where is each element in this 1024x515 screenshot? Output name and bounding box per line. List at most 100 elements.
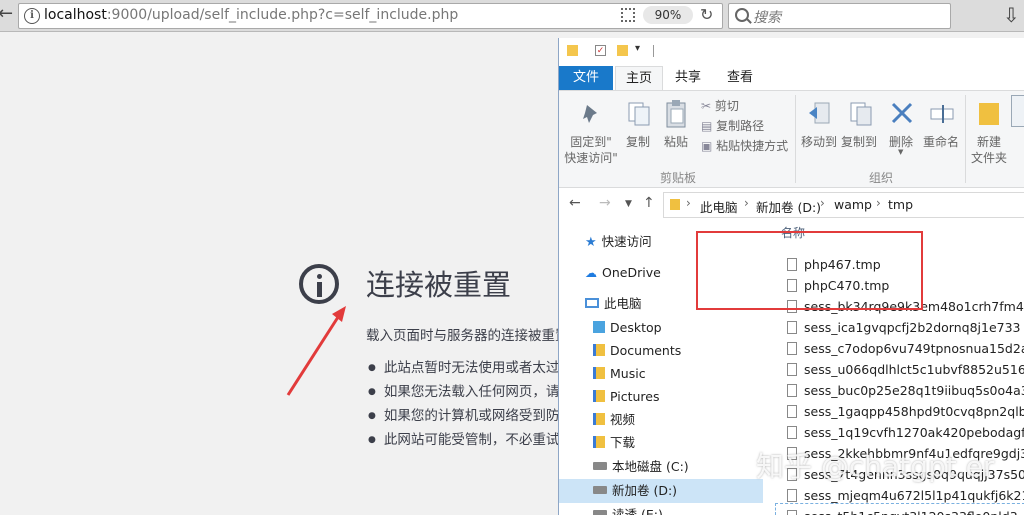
copy-to-icon (850, 102, 872, 126)
new-item-icon[interactable] (1011, 95, 1024, 127)
computer-icon (585, 298, 599, 308)
nav-desktop[interactable]: Desktop (593, 317, 662, 339)
divider (653, 45, 654, 57)
url-bar[interactable]: i localhost:9000/upload/self_include.php… (18, 3, 723, 29)
nav-videos[interactable]: 视频 (593, 409, 635, 431)
pin-to-quick-access-button[interactable]: 固定到" 快速访问" (564, 95, 618, 165)
nav-label: 下载 (610, 435, 636, 450)
nav-volume-d[interactable]: 新加卷 (D:) (593, 480, 677, 502)
nav-volume-e[interactable]: 读透 (E:) (593, 504, 663, 515)
drive-icon (593, 510, 607, 515)
videos-icon (593, 413, 605, 425)
tab-home[interactable]: 主页 (615, 66, 663, 90)
new-folder-icon[interactable] (617, 45, 628, 56)
new-folder-label-2: 文件夹 (970, 151, 1007, 165)
paste-shortcut-button[interactable]: ▣ 粘贴快捷方式 (701, 137, 788, 154)
customize-toolbar-icon[interactable]: ▾ (635, 43, 640, 54)
error-bullet: 如果您无法载入任何网页，请检 (368, 380, 573, 400)
zoom-level[interactable]: 90% (643, 6, 693, 24)
back-arrow-icon[interactable]: ← (0, 4, 18, 24)
watermark-text: 知乎 @chatgpt.er (756, 450, 995, 483)
move-to-button[interactable]: 移动到 (799, 95, 839, 165)
qr-code-icon[interactable] (621, 8, 635, 22)
error-bullet: 如果您的计算机或网络受到防火 (368, 404, 573, 424)
reload-icon[interactable]: ↻ (700, 4, 713, 26)
folder-icon (567, 45, 578, 56)
pin-label-1: 固定到" (570, 135, 612, 149)
error-title: 连接被重置 (366, 268, 512, 302)
copy-to-button[interactable]: 复制到 (839, 95, 879, 165)
file-row[interactable]: sess_u066qdlhlct5c1ubvf8852u516 (787, 360, 1024, 380)
file-name: sess_c7odop6vu749tpnosnua15d2a4 (804, 341, 1024, 356)
nav-label: Pictures (610, 389, 660, 404)
pin-label-2: 快速访问" (564, 151, 618, 165)
back-icon[interactable]: ← (569, 195, 581, 211)
tab-share[interactable]: 共享 (667, 66, 709, 90)
nav-label: Documents (610, 343, 682, 358)
info-icon[interactable]: i (24, 8, 40, 24)
tab-view[interactable]: 查看 (719, 66, 761, 90)
divider (965, 95, 966, 183)
forward-icon[interactable]: → (599, 195, 611, 211)
recent-locations-icon[interactable]: ▼ (625, 199, 632, 209)
copy-path-button[interactable]: ▤ 复制路径 (701, 117, 764, 134)
file-row[interactable]: sess_1q19cvfh1270ak420pebodagf1 (787, 423, 1024, 443)
delete-dropdown-icon[interactable]: ▼ (898, 148, 903, 156)
file-row[interactable]: sess_ica1gvqpcfj2b2dornq8j1e733 (787, 318, 1021, 338)
file-row[interactable]: sess_buc0p25e28q1t9iibuq5s0o4a3 (787, 381, 1024, 401)
breadcrumb[interactable]: › 此电脑 › 新加卷 (D:) › wamp › tmp (663, 192, 1024, 218)
file-icon (787, 321, 797, 334)
nav-music[interactable]: Music (593, 363, 646, 385)
file-name: sess_1gaqpp458hpd9t0cvq8pn2qlb4 (804, 404, 1024, 419)
file-row[interactable]: sess_mjeqm4u672l5l1p41qukfj6k21 (787, 486, 1024, 506)
cut-button[interactable]: ✂ 剪切 (701, 97, 739, 114)
search-box[interactable]: 搜索 (728, 3, 951, 29)
file-icon (787, 510, 797, 515)
rename-button[interactable]: 重命名 (921, 95, 961, 165)
file-name: sess_u066qdlhlct5c1ubvf8852u516 (804, 362, 1024, 377)
rename-label: 重命名 (922, 135, 959, 149)
nav-documents[interactable]: Documents (593, 340, 681, 362)
error-bullet: 此站点暂时无法使用或者太过忙 (368, 356, 573, 376)
breadcrumb-this-pc[interactable]: 此电脑 (700, 197, 738, 216)
delete-button[interactable]: 删除 ▼ (883, 95, 919, 165)
nav-quick-access[interactable]: ★ 快速访问 (585, 231, 652, 253)
star-icon: ★ (585, 235, 597, 250)
error-bullet: 此网站可能受管制，不必重试。 (368, 428, 573, 448)
nav-local-disk-c[interactable]: 本地磁盘 (C:) (593, 456, 689, 478)
file-row[interactable]: sess_t5h1c5nqvt3l120s33flo0pld3 (787, 507, 1018, 515)
nav-this-pc[interactable]: 此电脑 (585, 293, 642, 315)
explorer-titlebar: ✓ ▾ (559, 38, 1024, 66)
new-folder-button[interactable]: 新建 文件夹 (969, 95, 1009, 165)
breadcrumb-volume-d[interactable]: 新加卷 (D:) (756, 197, 821, 216)
drive-icon (593, 462, 607, 470)
download-icon[interactable]: ⇩ (1003, 3, 1020, 27)
music-icon (593, 367, 605, 379)
search-icon (735, 8, 749, 22)
nav-onedrive[interactable]: ☁ OneDrive (585, 262, 661, 284)
tab-file[interactable]: 文件 (559, 66, 613, 90)
file-row[interactable]: sess_1gaqpp458hpd9t0cvq8pn2qlb4 (787, 402, 1024, 422)
divider (795, 95, 796, 183)
move-to-icon (809, 102, 830, 124)
file-icon (787, 426, 797, 439)
paste-shortcut-label: 粘贴快捷方式 (716, 139, 789, 153)
chevron-right-icon: › (744, 196, 749, 210)
file-name: sess_buc0p25e28q1t9iibuq5s0o4a3 (804, 383, 1024, 398)
cloud-icon: ☁ (585, 266, 597, 280)
nav-label: Desktop (610, 320, 662, 335)
paste-button[interactable]: 粘贴 (661, 95, 691, 165)
up-icon[interactable]: ↑ (643, 195, 655, 211)
nav-downloads[interactable]: 下载 (593, 432, 635, 454)
url-text[interactable]: localhost:9000/upload/self_include.php?c… (44, 7, 458, 23)
documents-icon (593, 344, 605, 356)
copy-path-label: 复制路径 (716, 119, 765, 133)
breadcrumb-wamp[interactable]: wamp (834, 197, 872, 212)
breadcrumb-tmp[interactable]: tmp (888, 197, 913, 212)
scissors-icon: ✂ (701, 99, 712, 113)
file-row[interactable]: sess_c7odop6vu749tpnosnua15d2a4 (787, 339, 1024, 359)
nav-pictures[interactable]: Pictures (593, 386, 660, 408)
properties-icon[interactable]: ✓ (595, 45, 606, 56)
copy-button[interactable]: 复制 (623, 95, 653, 165)
ribbon-tabs: 文件 主页 共享 查看 (559, 66, 1024, 90)
